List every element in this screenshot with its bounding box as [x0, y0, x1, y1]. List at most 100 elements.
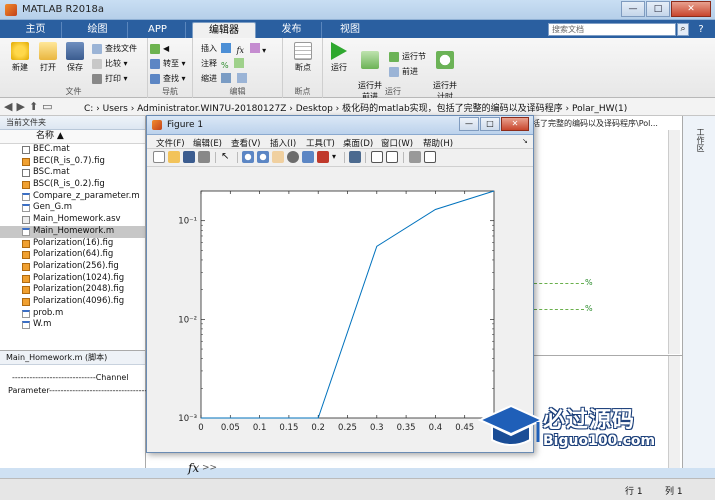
new-figure-icon[interactable] — [153, 151, 165, 163]
print-figure-icon[interactable] — [198, 151, 210, 163]
up-folder-icon[interactable]: ⬆ — [29, 100, 42, 113]
file-item[interactable]: BSC(R_is_0.2).fig — [0, 179, 145, 191]
y-tick-label: 10⁻² — [178, 315, 197, 325]
file-item[interactable]: W.m — [0, 319, 145, 331]
file-item[interactable]: Main_Homework.m — [0, 225, 145, 238]
insert-button[interactable]: 插入 — [197, 43, 217, 55]
editor-scrollbar[interactable] — [668, 130, 680, 354]
insert-icons[interactable]: fx ▾ — [221, 43, 266, 55]
file-name: W.m — [33, 319, 52, 330]
y-tick-label: 10⁻¹ — [178, 217, 197, 227]
file-item[interactable]: Polarization(4096).fig — [0, 296, 145, 308]
show-plot-tools-icon[interactable] — [424, 151, 436, 163]
figure-maximize-button[interactable]: □ — [480, 117, 500, 131]
line-chart[interactable]: 0 0.05 0.1 0.15 0.2 0.25 0.3 0.35 0.4 0.45 10⁻³ 10⁻… — [147, 168, 533, 452]
menu-file[interactable]: 文件(F) — [156, 137, 185, 149]
help-icon[interactable]: ? — [692, 23, 710, 36]
indent-icons[interactable] — [221, 73, 247, 85]
menu-view[interactable]: 查看(V) — [231, 137, 260, 149]
run-button[interactable]: 运行 — [325, 42, 353, 73]
edit-group-label: 编辑 — [229, 87, 246, 96]
figure-logo-icon — [152, 120, 162, 130]
rotate-icon[interactable] — [287, 151, 299, 163]
maximize-button[interactable]: □ — [646, 1, 670, 17]
forward-icon[interactable]: ▶ — [16, 100, 28, 113]
file-item[interactable]: BSC.mat — [0, 167, 145, 179]
file-item[interactable]: Polarization(16).fig — [0, 238, 145, 250]
fig-file-icon — [22, 239, 30, 248]
figure-minimize-button[interactable]: — — [459, 117, 479, 131]
nav-buttons[interactable]: ◀▶⬆▭ — [4, 100, 57, 113]
workspace-tab[interactable]: 工作区 — [695, 128, 706, 152]
legend-icon[interactable] — [386, 151, 398, 163]
increase-indent-icon — [236, 73, 247, 83]
brush-dropdown-icon[interactable]: ▾ — [332, 151, 344, 163]
open-button[interactable]: 打开 — [34, 42, 62, 73]
tab-editor[interactable]: 编辑器 — [192, 22, 256, 38]
menu-desktop[interactable]: 桌面(D) — [343, 137, 373, 149]
hide-plot-tools-icon[interactable] — [409, 151, 421, 163]
figure-window[interactable]: Figure 1 — □ ✕ 文件(F) 编辑(E) 查看(V) 插入(I) 工… — [146, 115, 534, 453]
brush-icon[interactable] — [317, 151, 329, 163]
find-files-button[interactable]: 查找文件 — [92, 43, 137, 55]
back-icon[interactable]: ◀ — [4, 100, 16, 113]
link-plot-icon[interactable] — [349, 151, 361, 163]
menu-dock-icon[interactable]: ↘ — [522, 137, 528, 145]
zoom-in-icon[interactable] — [242, 151, 254, 163]
name-column-header[interactable]: 名称 ▲ — [0, 130, 145, 144]
figure-title-bar[interactable]: Figure 1 — □ ✕ — [147, 116, 533, 135]
open-file-icon[interactable] — [168, 151, 180, 163]
tab-view[interactable]: 视图 — [326, 22, 374, 38]
file-item[interactable]: Gen_G.m — [0, 202, 145, 214]
search-icon[interactable]: ⌕ — [677, 23, 689, 36]
colorbar-icon[interactable] — [371, 151, 383, 163]
browse-folder-icon[interactable]: ▭ — [42, 100, 56, 113]
section-icon — [221, 43, 231, 53]
close-button[interactable]: ✕ — [671, 1, 711, 17]
file-item[interactable]: Main_Homework.asv — [0, 214, 145, 226]
menu-help[interactable]: 帮助(H) — [423, 137, 453, 149]
comment-icons[interactable]: % — [221, 58, 245, 70]
minimize-button[interactable]: — — [621, 1, 645, 17]
file-item[interactable]: Compare_z_parameter.m — [0, 191, 145, 203]
current-path[interactable]: C: › Users › Administrator.WIN7U-2018012… — [84, 101, 627, 114]
menu-tools[interactable]: 工具(T) — [306, 137, 335, 149]
comment-button[interactable]: 注释 — [197, 58, 217, 70]
compare-button[interactable]: 比较 ▾ — [92, 58, 128, 70]
edit-plot-icon[interactable]: ↖ — [221, 151, 233, 163]
fig-file-icon — [22, 297, 30, 306]
menu-window[interactable]: 窗口(W) — [381, 137, 413, 149]
figure-close-button[interactable]: ✕ — [501, 117, 529, 131]
data-cursor-icon[interactable] — [302, 151, 314, 163]
fx-prompt-icon[interactable]: fx — [188, 461, 199, 475]
find-button[interactable]: 查找 ▾ — [150, 73, 186, 85]
breakpoints-button[interactable]: 断点 — [289, 42, 317, 73]
save-figure-icon[interactable] — [183, 151, 195, 163]
tab-plots[interactable]: 绘图 — [68, 22, 128, 38]
file-item[interactable]: Polarization(256).fig — [0, 261, 145, 273]
file-item[interactable]: prob.m — [0, 308, 145, 320]
menu-insert[interactable]: 插入(I) — [270, 137, 296, 149]
file-item[interactable]: BEC.mat — [0, 144, 145, 156]
run-section-button[interactable]: 运行节 — [389, 51, 426, 63]
advance-button[interactable]: 前进 — [389, 66, 418, 78]
print-button[interactable]: 打印 ▾ — [92, 73, 128, 85]
indent-button[interactable]: 缩进 — [197, 73, 217, 85]
file-item[interactable]: BEC(R_is_0.7).fig — [0, 156, 145, 168]
zoom-out-icon[interactable] — [257, 151, 269, 163]
file-item[interactable]: Polarization(64).fig — [0, 249, 145, 261]
save-button[interactable]: 保存 — [61, 42, 89, 73]
file-item[interactable]: Polarization(2048).fig — [0, 284, 145, 296]
pan-icon[interactable] — [272, 151, 284, 163]
tab-home[interactable]: 主页 — [10, 22, 62, 38]
file-item[interactable]: Polarization(1024).fig — [0, 273, 145, 285]
search-input[interactable]: 搜索文档 — [548, 23, 676, 36]
breakpoints-group: 断点 断点 — [283, 38, 323, 98]
menu-edit[interactable]: 编辑(E) — [193, 137, 222, 149]
tab-publish[interactable]: 发布 — [262, 22, 322, 38]
nav-arrows[interactable]: ◀ — [150, 43, 169, 55]
tab-apps[interactable]: APP — [130, 22, 186, 38]
goto-button[interactable]: 转至 ▾ — [150, 58, 186, 70]
file-name: Gen_G.m — [33, 202, 73, 213]
new-button[interactable]: 新建 — [6, 42, 34, 73]
